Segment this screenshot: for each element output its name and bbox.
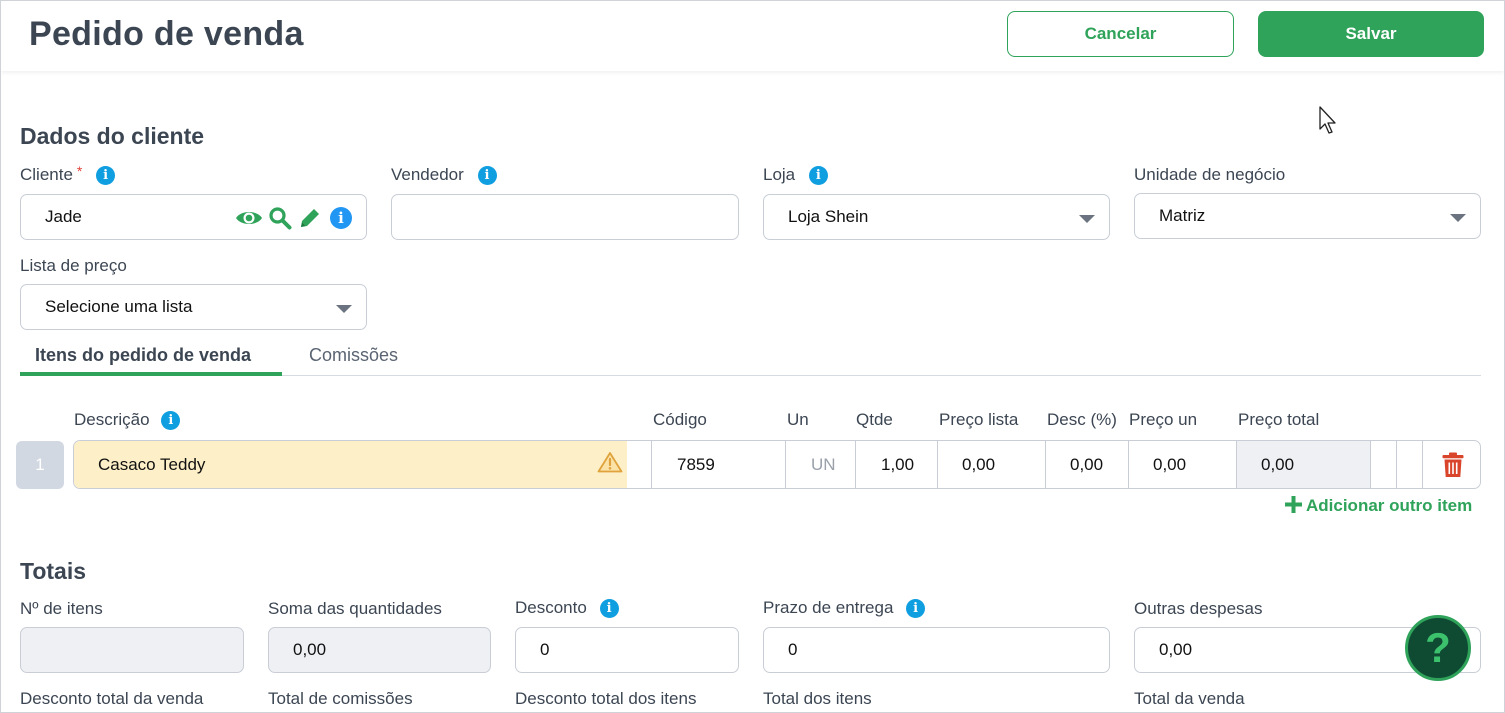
add-item-label: Adicionar outro item	[1306, 496, 1473, 515]
desconto-label: Desconto i	[515, 598, 619, 619]
descricao-value: Casaco Teddy	[98, 454, 206, 474]
row-cell-spacer	[1396, 441, 1422, 488]
cliente-field[interactable]: Jade i	[20, 194, 367, 240]
page-header: Pedido de venda Cancelar Salvar	[1, 1, 1504, 71]
row-number: 1	[16, 441, 64, 489]
chevron-down-icon	[1450, 214, 1466, 222]
col-codigo: Código	[653, 410, 707, 429]
active-tab-indicator	[20, 372, 282, 376]
col-preco-lista: Preço lista	[939, 410, 1019, 429]
descricao-input[interactable]: Casaco Teddy	[74, 441, 627, 488]
soma-quantidades-label: Soma das quantidades	[268, 599, 442, 618]
plus-icon	[1285, 496, 1302, 513]
n-itens-label: Nº de itens	[20, 599, 103, 618]
totals-section-title: Totais	[20, 558, 87, 584]
prazo-entrega-value: 0	[788, 640, 798, 659]
table-row: Casaco Teddy 7859 UN 1,00 0,00 0,00 0,00…	[73, 440, 1481, 489]
col-un: Un	[787, 410, 809, 429]
view-eye-icon[interactable]	[235, 208, 263, 228]
soma-quantidades-field: 0,00	[268, 627, 491, 673]
qtde-input[interactable]: 1,00	[855, 441, 937, 488]
total-comissoes-label: Total de comissões	[268, 689, 413, 708]
info-icon[interactable]: i	[477, 166, 497, 186]
tab-itens[interactable]: Itens do pedido de venda	[35, 345, 251, 366]
client-section-title: Dados do cliente	[20, 123, 205, 149]
desconto-value: 0	[540, 640, 550, 659]
col-descricao: Descrição i	[74, 410, 181, 431]
total-itens-label: Total dos itens	[763, 689, 872, 708]
trash-icon	[1442, 452, 1463, 477]
search-icon[interactable]	[268, 206, 292, 230]
page-title: Pedido de venda	[29, 15, 304, 53]
warning-icon	[597, 452, 623, 473]
desc-input[interactable]: 0,00	[1045, 441, 1128, 488]
info-icon[interactable]: i	[96, 166, 116, 186]
info-icon[interactable]: i	[808, 166, 828, 186]
info-icon[interactable]: i	[330, 207, 352, 229]
n-itens-field	[20, 627, 244, 673]
info-icon[interactable]: i	[161, 411, 181, 431]
unidade-value: Matriz	[1159, 206, 1206, 225]
lista-preco-label: Lista de preço	[20, 256, 127, 275]
desconto-total-itens-label: Desconto total dos itens	[515, 689, 697, 708]
preco-total-value: 0,00	[1236, 441, 1370, 488]
codigo-input[interactable]: 7859	[651, 441, 785, 488]
edit-pencil-icon[interactable]	[298, 206, 322, 230]
cliente-value: Jade	[45, 207, 82, 226]
prazo-entrega-input[interactable]: 0	[763, 627, 1110, 673]
vendedor-field[interactable]	[391, 194, 739, 240]
add-item-button[interactable]: Adicionar outro item	[1285, 496, 1472, 516]
chevron-down-icon	[336, 305, 352, 313]
desconto-total-venda-label: Desconto total da venda	[20, 689, 204, 708]
prazo-entrega-label: Prazo de entrega i	[763, 598, 926, 619]
preco-lista-input[interactable]: 0,00	[937, 441, 1045, 488]
vendedor-label: Vendedor i	[391, 165, 497, 186]
cancel-button[interactable]: Cancelar	[1007, 11, 1234, 57]
unidade-label: Unidade de negócio	[1134, 165, 1286, 184]
desconto-input[interactable]: 0	[515, 627, 739, 673]
col-qtde: Qtde	[856, 410, 893, 429]
total-venda-label: Total da venda	[1134, 689, 1245, 708]
delete-row-button[interactable]	[1422, 441, 1480, 488]
outras-despesas-value: 0,00	[1159, 640, 1193, 659]
unidade-select[interactable]: Matriz	[1134, 193, 1481, 239]
un-input[interactable]: UN	[785, 441, 855, 488]
chevron-down-icon	[1079, 215, 1095, 223]
outras-despesas-label: Outras despesas	[1134, 599, 1263, 618]
mouse-cursor-icon	[1319, 106, 1336, 134]
col-preco-total: Preço total	[1238, 410, 1320, 429]
loja-select[interactable]: Loja Shein	[763, 194, 1110, 240]
loja-value: Loja Shein	[788, 207, 869, 226]
help-button[interactable]: ?	[1405, 615, 1471, 681]
tab-comissoes[interactable]: Comissões	[309, 345, 398, 366]
cliente-label: Cliente * i	[20, 163, 116, 186]
preco-un-input[interactable]: 0,00	[1128, 441, 1236, 488]
required-mark: *	[76, 163, 83, 179]
col-desc: Desc (%)	[1047, 410, 1117, 429]
info-icon[interactable]: i	[906, 599, 926, 619]
lista-preco-select[interactable]: Selecione uma lista	[20, 284, 367, 330]
loja-label: Loja i	[763, 165, 828, 186]
col-preco-un: Preço un	[1129, 410, 1198, 429]
soma-quantidades-value: 0,00	[293, 640, 327, 659]
row-cell-spacer	[1370, 441, 1396, 488]
save-button[interactable]: Salvar	[1258, 11, 1484, 57]
lista-preco-value: Selecione uma lista	[45, 297, 193, 316]
info-icon[interactable]: i	[599, 599, 619, 619]
app-frame: Pedido de venda Cancelar Salvar Dados do…	[0, 0, 1505, 713]
